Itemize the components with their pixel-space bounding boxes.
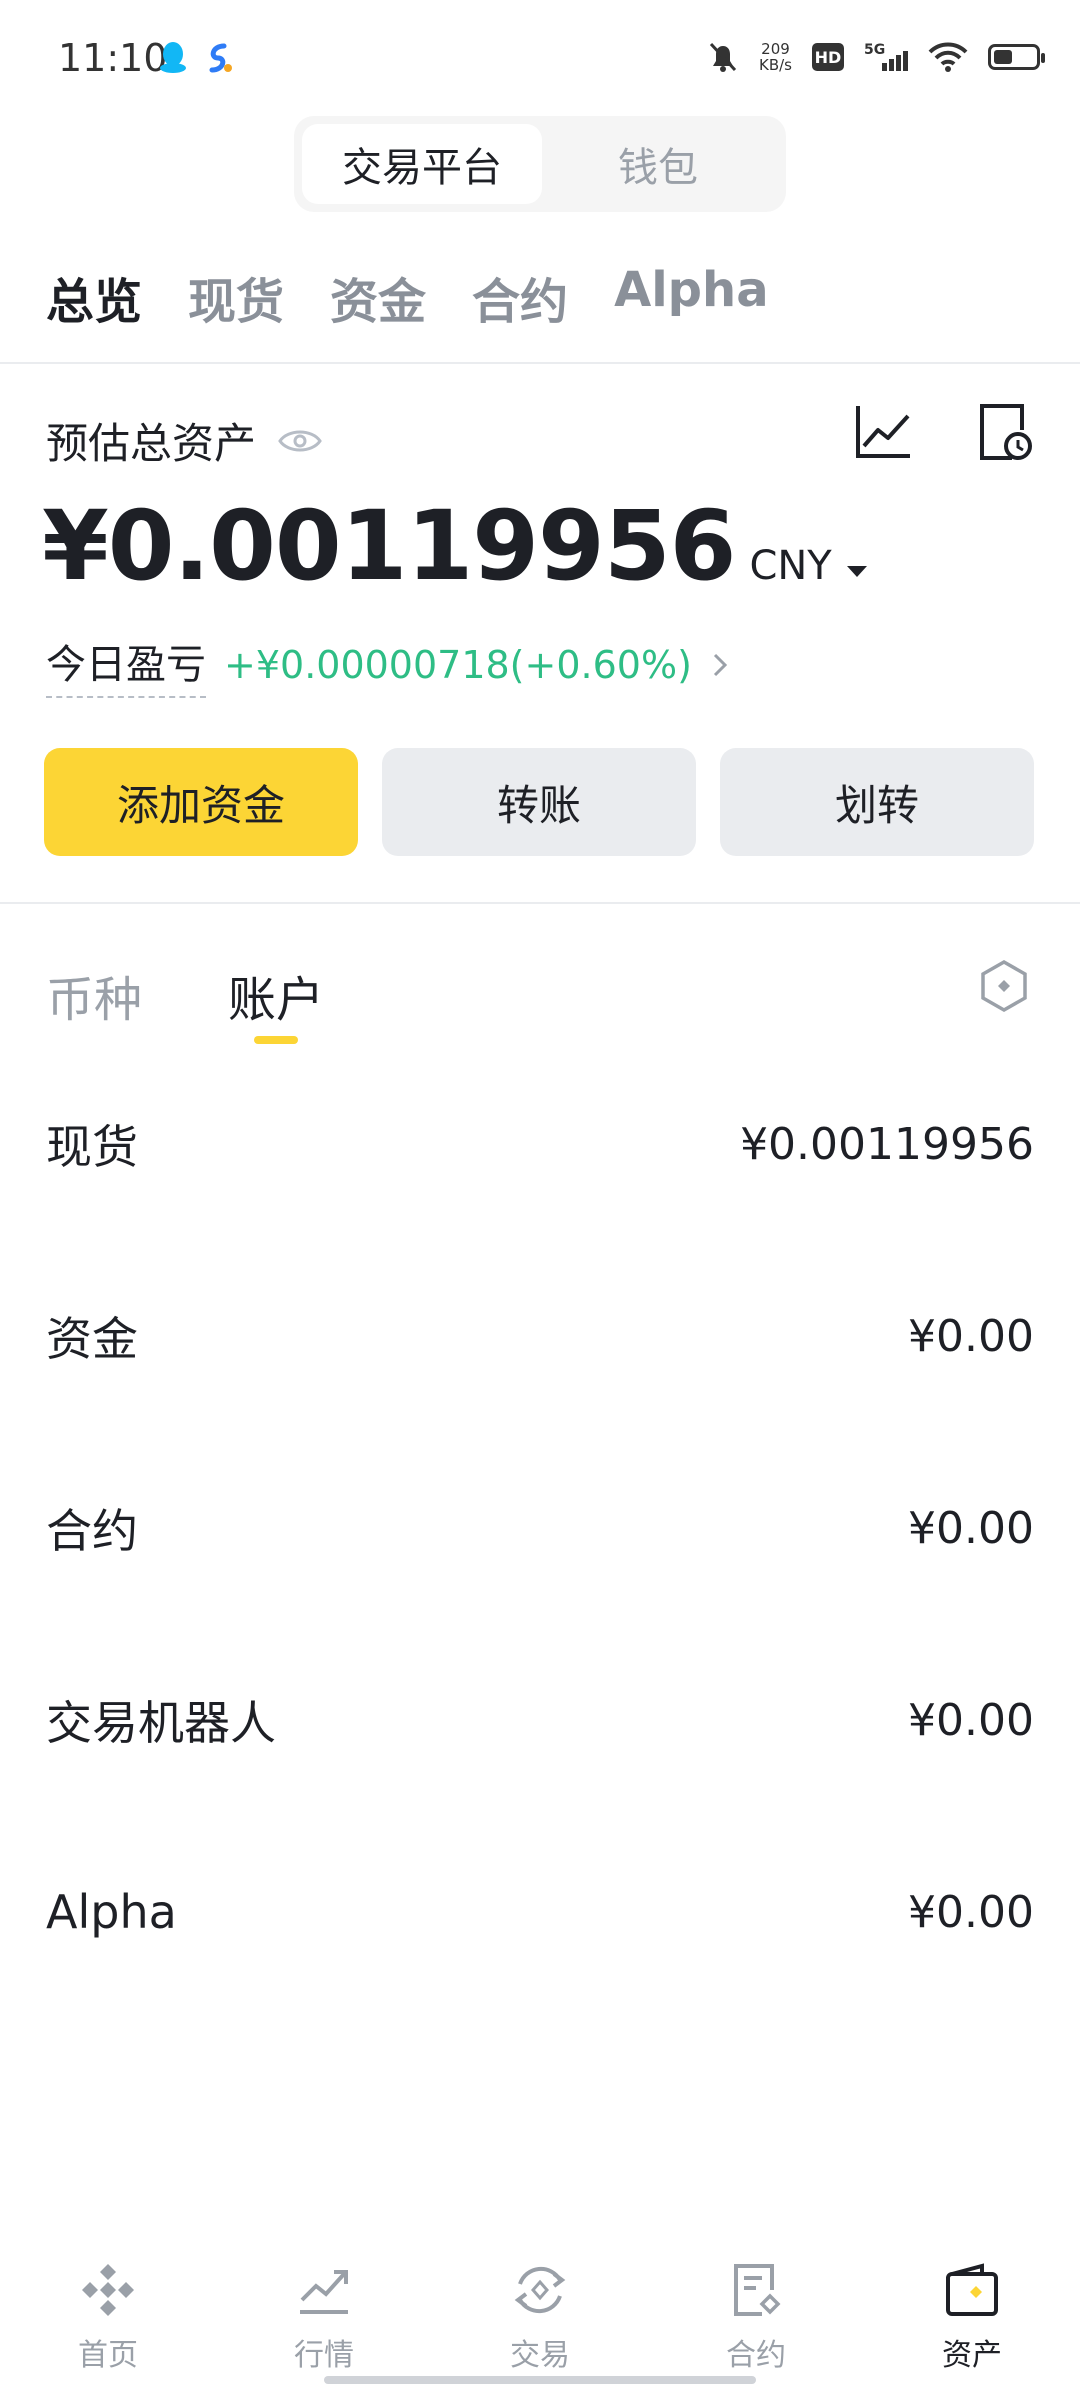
tab-accounts[interactable]: 账户 [228, 960, 324, 1030]
account-name: 现货 [46, 1120, 138, 1174]
market-trend-icon [300, 2270, 348, 2314]
svg-text:5G: 5G [864, 42, 885, 58]
wallet-icon [946, 2263, 998, 2316]
account-name: 交易机器人 [46, 1696, 276, 1750]
account-value: ¥0.00 [908, 1886, 1034, 1938]
nav-trade[interactable]: 交易 [432, 2260, 648, 2388]
account-name: 合约 [46, 1504, 138, 1558]
estimated-balance-label: 预估总资产 [46, 419, 257, 468]
add-funds-button[interactable]: 添加资金 [44, 748, 358, 856]
hd-badge: HD [812, 43, 844, 71]
nav-assets[interactable]: 资产 [864, 2260, 1080, 2388]
chart-trend-icon[interactable] [852, 400, 916, 464]
nav-markets[interactable]: 行情 [216, 2260, 432, 2388]
nav-label: 资产 [942, 2338, 1002, 2373]
tab-futures[interactable]: 合约 [472, 262, 568, 332]
divider [0, 902, 1080, 904]
account-value: ¥0.00119956 [740, 1118, 1034, 1170]
account-row-alpha[interactable]: Alpha ¥0.00 [46, 1872, 1034, 1952]
internal-transfer-button[interactable]: 划转 [720, 748, 1034, 856]
history-record-icon[interactable] [972, 400, 1036, 464]
transfer-button[interactable]: 转账 [382, 748, 696, 856]
nav-label: 交易 [510, 2338, 570, 2373]
chevron-right-icon [713, 653, 728, 677]
pnl-value: +¥0.00000718(+0.60%) [224, 643, 692, 687]
qq-icon [160, 42, 186, 73]
currency-selector[interactable]: CNY [749, 543, 870, 589]
wallet-toggle-button[interactable]: 钱包 [538, 124, 778, 204]
tab-spot[interactable]: 现货 [188, 262, 284, 332]
eye-icon[interactable] [278, 427, 322, 455]
nav-label: 合约 [726, 2338, 786, 2373]
trade-exchange-icon [514, 2266, 566, 2314]
futures-document-icon [734, 2264, 781, 2316]
bottom-nav: 首页 行情 交易 合约 资产 [0, 2260, 1080, 2388]
currency-label: CNY [749, 543, 832, 589]
account-value: ¥0.00 [908, 1502, 1034, 1554]
exchange-toggle-button[interactable]: 交易平台 [302, 124, 542, 204]
home-diamond-icon [82, 2264, 134, 2316]
browser-icon [209, 43, 232, 73]
account-row-trading-bots[interactable]: 交易机器人 ¥0.00 [46, 1680, 1034, 1760]
top-tabs: 总览 现货 资金 合约 Alpha [46, 262, 769, 332]
account-value: ¥0.00 [908, 1694, 1034, 1746]
account-name: 资金 [46, 1312, 138, 1366]
account-value: ¥0.00 [908, 1310, 1034, 1362]
status-time: 11:10 [58, 36, 168, 80]
network-speed: 209 KB/s [759, 40, 792, 74]
account-row-funding[interactable]: 资金 ¥0.00 [46, 1296, 1034, 1376]
home-indicator [324, 2376, 756, 2384]
balance-amount: ¥0.00119956 [42, 490, 736, 602]
todays-pnl[interactable]: 今日盈亏 +¥0.00000718(+0.60%) [46, 632, 730, 698]
estimated-balance-label-row: 预估总资产 [46, 410, 322, 471]
tab-overview[interactable]: 总览 [46, 262, 142, 332]
account-row-futures[interactable]: 合约 ¥0.00 [46, 1488, 1034, 1568]
battery-icon [988, 44, 1045, 70]
account-name: Alpha [46, 1885, 177, 1939]
tab-alpha[interactable]: Alpha [614, 262, 769, 332]
settings-hexagon-icon[interactable] [976, 958, 1032, 1014]
nav-label: 行情 [294, 2338, 354, 2373]
wifi-icon [928, 42, 968, 72]
mute-bell-icon [709, 42, 737, 72]
platform-toggle: 交易平台 钱包 [294, 116, 786, 212]
account-row-spot[interactable]: 现货 ¥0.00119956 [46, 1104, 1034, 1184]
divider [0, 362, 1080, 364]
nav-label: 首页 [78, 2338, 138, 2373]
nav-home[interactable]: 首页 [0, 2260, 216, 2388]
status-icons: 209 KB/s HD 5G [707, 40, 1045, 74]
action-buttons: 添加资金 转账 划转 [44, 748, 1034, 856]
nav-futures[interactable]: 合约 [648, 2260, 864, 2388]
caret-down-icon [847, 566, 868, 577]
tab-coins[interactable]: 币种 [46, 960, 142, 1030]
signal-5g-icon: 5G [864, 42, 908, 71]
balance-display: ¥0.00119956 CNY [42, 490, 870, 602]
pnl-label: 今日盈亏 [46, 632, 206, 698]
tab-funding[interactable]: 资金 [330, 262, 426, 332]
active-tab-indicator [254, 1036, 298, 1044]
